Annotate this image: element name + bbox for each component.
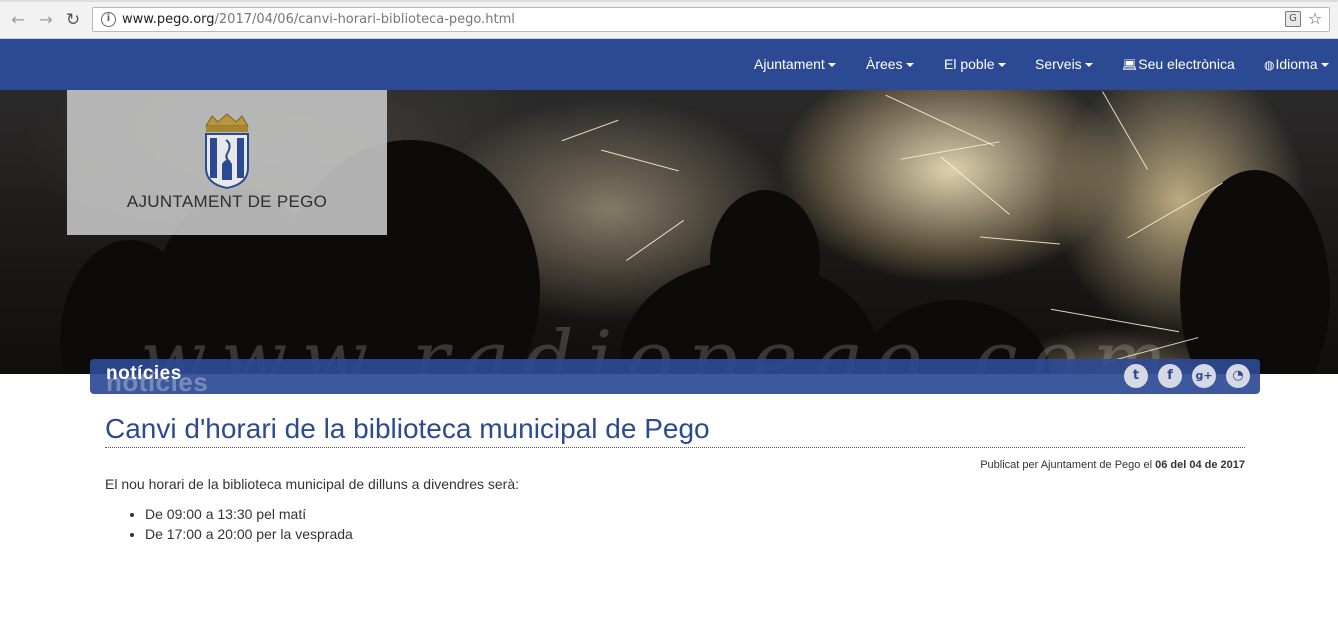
address-bar[interactable]: i www.pego.org/2017/04/06/canvi-horari-b…	[92, 7, 1330, 32]
section-title: notícies	[106, 363, 182, 384]
spark	[561, 119, 619, 142]
section-header: notícies notícies t f g+ ◔	[90, 359, 1260, 397]
nav-label: Idioma	[1275, 56, 1318, 72]
nav-label: Àrees	[866, 56, 903, 72]
article-title: Canvi d'horari de la biblioteca municipa…	[105, 413, 1245, 448]
hours-list: De 09:00 a 13:30 pel matí De 17:00 a 20:…	[145, 506, 353, 546]
spark	[885, 94, 995, 147]
url-text[interactable]: www.pego.org/2017/04/06/canvi-horari-bib…	[122, 12, 515, 27]
spark	[626, 220, 684, 261]
published-info: Publicat per Ajuntament de Pego el 06 de…	[980, 459, 1245, 471]
caret-down-icon	[1320, 63, 1329, 68]
caret-down-icon	[1084, 63, 1093, 68]
nav-item-el-poble[interactable]: El poble	[944, 56, 1006, 72]
published-date: 06 del 04 de 2017	[1155, 459, 1245, 471]
forward-icon[interactable]: →	[36, 10, 56, 30]
spark	[601, 149, 679, 172]
nav-item-serveis[interactable]: Serveis	[1035, 56, 1093, 72]
caret-down-icon	[827, 63, 836, 68]
nav-label: Seu electrònica	[1138, 56, 1235, 72]
google-plus-icon[interactable]: g+	[1192, 364, 1216, 388]
spark	[900, 141, 1000, 160]
rss-icon[interactable]: ◔	[1226, 364, 1250, 388]
nav-label: Ajuntament	[754, 56, 825, 72]
site-info-icon[interactable]: i	[101, 12, 116, 27]
list-item: De 17:00 a 20:00 per la vesprada	[145, 526, 353, 546]
published-prefix: Publicat per Ajuntament de Pego el	[980, 459, 1156, 471]
globe-icon: ◍	[1264, 58, 1275, 72]
nav-item-ajuntament[interactable]: Ajuntament	[754, 56, 836, 72]
spark	[940, 156, 1010, 215]
nav-label: El poble	[944, 56, 995, 72]
translate-icon[interactable]: G	[1285, 11, 1301, 27]
coat-of-arms-icon	[205, 113, 249, 190]
silhouette-shape	[1180, 170, 1330, 374]
nav-item-seu-electronica[interactable]: 💻︎Seu electrònica	[1122, 56, 1235, 72]
article-intro: El nou horari de la biblioteca municipal…	[105, 476, 520, 492]
twitter-icon[interactable]: t	[1124, 364, 1148, 388]
caret-down-icon	[905, 63, 914, 68]
list-item: De 09:00 a 13:30 pel matí	[145, 506, 353, 526]
site-navbar: Ajuntament Àrees El poble Serveis 💻︎Seu …	[0, 39, 1338, 90]
url-path: /2017/04/06/canvi-horari-biblioteca-pego…	[214, 12, 515, 27]
laptop-icon: 💻︎	[1122, 58, 1138, 72]
reload-icon[interactable]: ↻	[63, 10, 83, 30]
nav-item-arees[interactable]: Àrees	[866, 56, 914, 72]
logo-text: AJUNTAMENT DE PEGO	[126, 192, 328, 211]
spark	[980, 236, 1060, 245]
nav-item-idioma[interactable]: ◍Idioma	[1264, 56, 1329, 72]
facebook-icon[interactable]: f	[1158, 364, 1182, 388]
spark	[1102, 91, 1148, 170]
url-host: www.pego.org	[122, 12, 215, 27]
nav-label: Serveis	[1035, 56, 1082, 72]
bookmark-star-icon[interactable]: ☆	[1307, 11, 1323, 27]
back-icon[interactable]: ←	[8, 10, 28, 30]
site-logo[interactable]: AJUNTAMENT DE PEGO	[67, 90, 387, 235]
browser-toolbar: ← → ↻ i www.pego.org/2017/04/06/canvi-ho…	[0, 0, 1338, 39]
tab-strip	[0, 0, 1338, 2]
caret-down-icon	[997, 63, 1006, 68]
